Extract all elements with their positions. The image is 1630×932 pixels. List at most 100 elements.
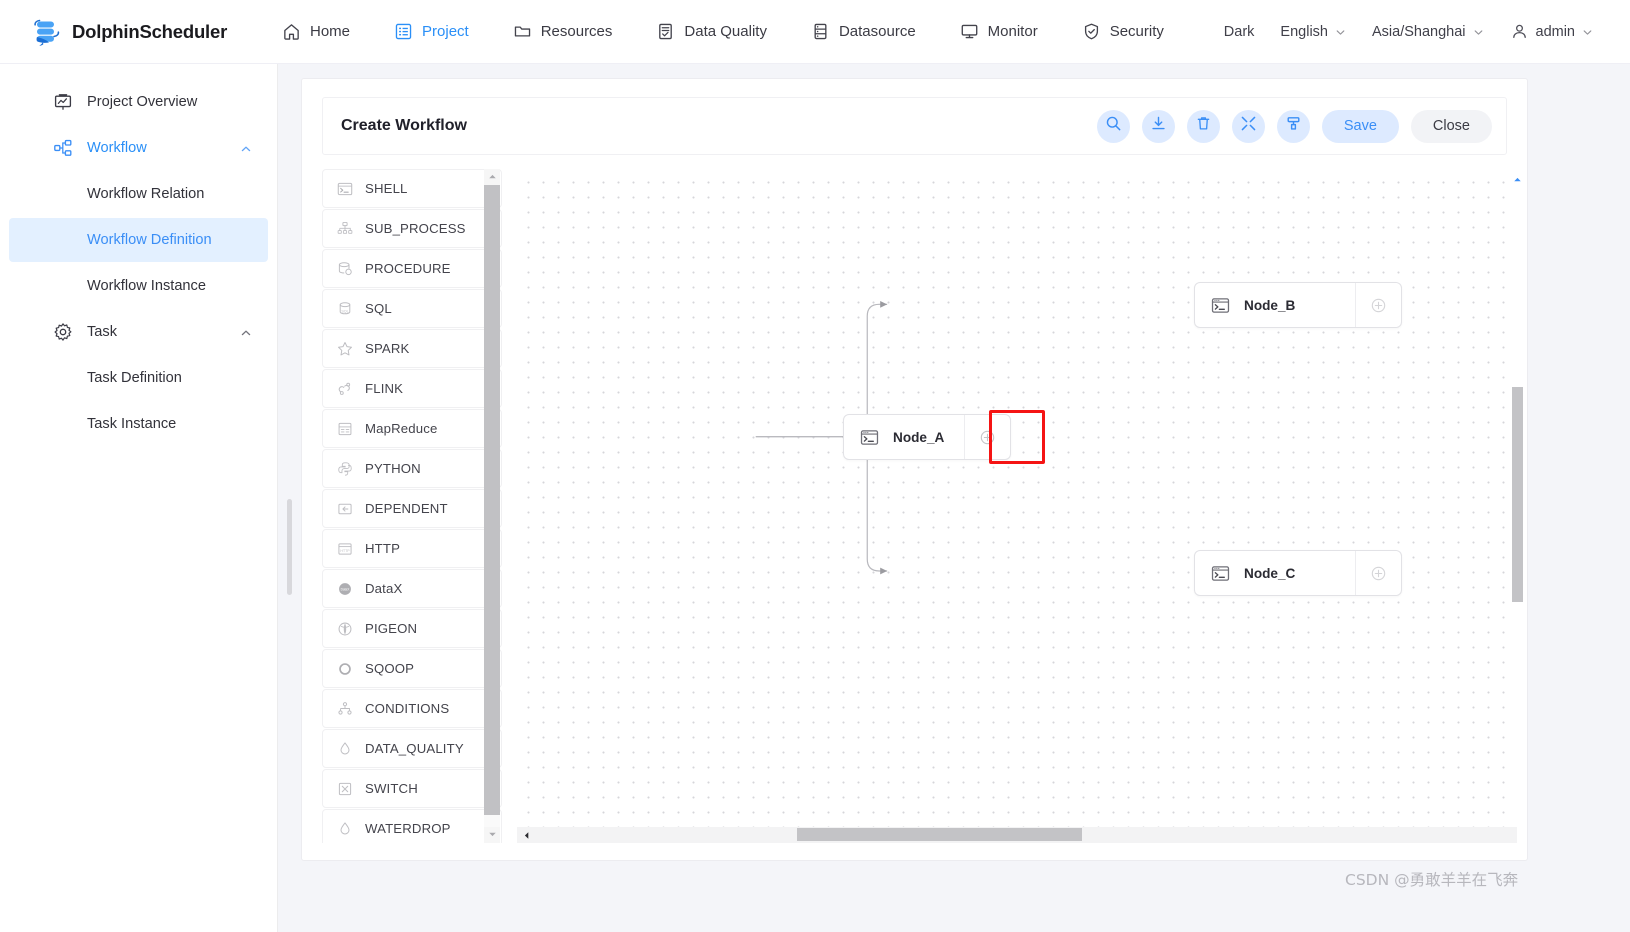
data-quality-icon bbox=[337, 741, 353, 757]
task-type-mapreduce[interactable]: MapReduce bbox=[322, 409, 502, 448]
task-type-shell[interactable]: SHELL bbox=[322, 169, 502, 208]
chevron-down-icon bbox=[1335, 26, 1346, 37]
dag-node-a[interactable]: Node_A bbox=[843, 414, 1011, 460]
dag-node-b-add-button[interactable] bbox=[1355, 283, 1401, 327]
panel-toolbar: Save Close bbox=[1097, 110, 1506, 143]
dag-canvas[interactable]: Node_A Node_B Nod bbox=[517, 169, 1524, 843]
palette-scroll-up-button[interactable] bbox=[484, 169, 500, 185]
top-navigation-bar: DolphinScheduler Home Project Resources bbox=[0, 0, 1630, 64]
task-type-sub-process[interactable]: SUB_PROCESS bbox=[322, 209, 502, 248]
sidebar-item-task-instance[interactable]: Task Instance bbox=[9, 402, 268, 446]
shield-icon bbox=[1082, 22, 1101, 41]
chevron-up-icon[interactable] bbox=[240, 142, 252, 154]
pigeon-icon bbox=[337, 621, 353, 637]
chevron-down-icon bbox=[1582, 26, 1593, 37]
task-type-conditions[interactable]: CONDITIONS bbox=[322, 689, 502, 728]
search-icon bbox=[1105, 115, 1122, 137]
close-button[interactable]: Close bbox=[1411, 110, 1492, 143]
task-type-data-quality[interactable]: DATA_QUALITY bbox=[322, 729, 502, 768]
nav-item-home[interactable]: Home bbox=[260, 0, 372, 64]
task-type-datax[interactable]: DataXDataX bbox=[322, 569, 502, 608]
task-type-flink[interactable]: FLINK bbox=[322, 369, 502, 408]
brand-name: DolphinScheduler bbox=[72, 21, 227, 43]
sidebar: Project Overview Workflow Workflow Relat… bbox=[0, 64, 278, 932]
sidebar-scrollbar[interactable] bbox=[287, 499, 292, 595]
nav-item-monitor[interactable]: Monitor bbox=[938, 0, 1060, 64]
task-type-procedure[interactable]: PROCEDURE bbox=[322, 249, 502, 288]
chevron-down-icon bbox=[488, 826, 497, 844]
chevron-up-icon bbox=[488, 168, 497, 186]
task-type-label: WATERDROP bbox=[365, 821, 451, 836]
delete-icon bbox=[1195, 115, 1212, 137]
sidebar-item-task-definition[interactable]: Task Definition bbox=[9, 356, 268, 400]
timezone-selector[interactable]: Asia/Shanghai bbox=[1359, 0, 1497, 64]
nav-item-datasource[interactable]: Datasource bbox=[789, 0, 938, 64]
nav-item-project[interactable]: Project bbox=[372, 0, 491, 64]
sub-process-icon bbox=[337, 221, 353, 237]
dag-node-c-label: Node_C bbox=[1244, 566, 1295, 581]
task-type-sql[interactable]: SQLSQL bbox=[322, 289, 502, 328]
dolphin-logo-icon bbox=[32, 15, 66, 49]
conditions-icon bbox=[337, 701, 353, 717]
sidebar-group-task[interactable]: Task bbox=[9, 310, 268, 354]
sidebar-label-workflow: Workflow bbox=[87, 140, 147, 156]
nav-label-monitor: Monitor bbox=[988, 23, 1038, 40]
database-icon bbox=[811, 22, 830, 41]
task-type-pigeon[interactable]: PIGEON bbox=[322, 609, 502, 648]
task-type-http[interactable]: HTTPHTTP bbox=[322, 529, 502, 568]
nav-item-security[interactable]: Security bbox=[1060, 0, 1186, 64]
task-type-label: FLINK bbox=[365, 381, 403, 396]
nav-item-resources[interactable]: Resources bbox=[491, 0, 635, 64]
sidebar-group-workflow[interactable]: Workflow bbox=[9, 126, 268, 170]
dag-node-c-add-button[interactable] bbox=[1355, 551, 1401, 595]
download-button[interactable] bbox=[1142, 110, 1175, 143]
nav-label-resources: Resources bbox=[541, 23, 613, 40]
task-type-label: SQL bbox=[365, 301, 392, 316]
fullscreen-icon bbox=[1240, 115, 1257, 137]
sidebar-item-workflow-definition[interactable]: Workflow Definition bbox=[9, 218, 268, 262]
task-type-sqoop[interactable]: SQOOP bbox=[322, 649, 502, 688]
canvas-vertical-scrollbar[interactable] bbox=[1510, 169, 1524, 843]
user-menu[interactable]: admin bbox=[1497, 0, 1607, 64]
palette-scroll-down-button[interactable] bbox=[484, 827, 500, 843]
fullscreen-button[interactable] bbox=[1232, 110, 1265, 143]
main-panel: Create Workflow bbox=[301, 78, 1528, 861]
task-type-label: MapReduce bbox=[365, 421, 437, 436]
sqoop-icon bbox=[337, 661, 353, 677]
nav-item-data-quality[interactable]: Data Quality bbox=[634, 0, 789, 64]
task-type-switch[interactable]: SWITCH bbox=[322, 769, 502, 808]
dag-node-b[interactable]: Node_B bbox=[1194, 282, 1402, 328]
sidebar-label-task: Task bbox=[87, 324, 117, 340]
sidebar-item-project-overview[interactable]: Project Overview bbox=[9, 80, 268, 124]
theme-toggle[interactable]: Dark bbox=[1211, 0, 1268, 64]
chevron-down-icon bbox=[1473, 26, 1484, 37]
language-selector[interactable]: English bbox=[1267, 0, 1359, 64]
task-type-python[interactable]: PYTHON bbox=[322, 449, 502, 488]
task-type-dependent[interactable]: DEPENDENT bbox=[322, 489, 502, 528]
format-dag-button[interactable] bbox=[1277, 110, 1310, 143]
task-type-label: PIGEON bbox=[365, 621, 417, 636]
canvas-scroll-up-button[interactable] bbox=[1510, 171, 1524, 187]
palette-scrollbar-thumb[interactable] bbox=[484, 185, 500, 815]
home-icon bbox=[282, 22, 301, 41]
brand[interactable]: DolphinScheduler bbox=[0, 15, 260, 49]
delete-button[interactable] bbox=[1187, 110, 1220, 143]
sidebar-item-workflow-relation[interactable]: Workflow Relation bbox=[9, 172, 268, 216]
dag-node-a-label: Node_A bbox=[893, 430, 944, 445]
download-icon bbox=[1150, 115, 1167, 137]
canvas-scroll-left-button[interactable] bbox=[519, 827, 533, 843]
canvas-vertical-scrollbar-thumb[interactable] bbox=[1512, 387, 1523, 602]
save-button[interactable]: Save bbox=[1322, 110, 1399, 143]
chevron-up-icon[interactable] bbox=[240, 326, 252, 338]
search-button[interactable] bbox=[1097, 110, 1130, 143]
task-type-spark[interactable]: SPARK bbox=[322, 329, 502, 368]
canvas-horizontal-scrollbar[interactable] bbox=[517, 827, 1517, 843]
canvas-horizontal-scrollbar-thumb[interactable] bbox=[797, 828, 1082, 841]
sidebar-item-workflow-instance[interactable]: Workflow Instance bbox=[9, 264, 268, 308]
theme-toggle-label: Dark bbox=[1224, 24, 1255, 40]
task-type-label: DEPENDENT bbox=[365, 501, 448, 516]
nav-label-datasource: Datasource bbox=[839, 23, 916, 40]
task-type-waterdrop[interactable]: WATERDROP bbox=[322, 809, 502, 843]
dag-node-a-add-button[interactable] bbox=[964, 415, 1010, 459]
dag-node-c[interactable]: Node_C bbox=[1194, 550, 1402, 596]
